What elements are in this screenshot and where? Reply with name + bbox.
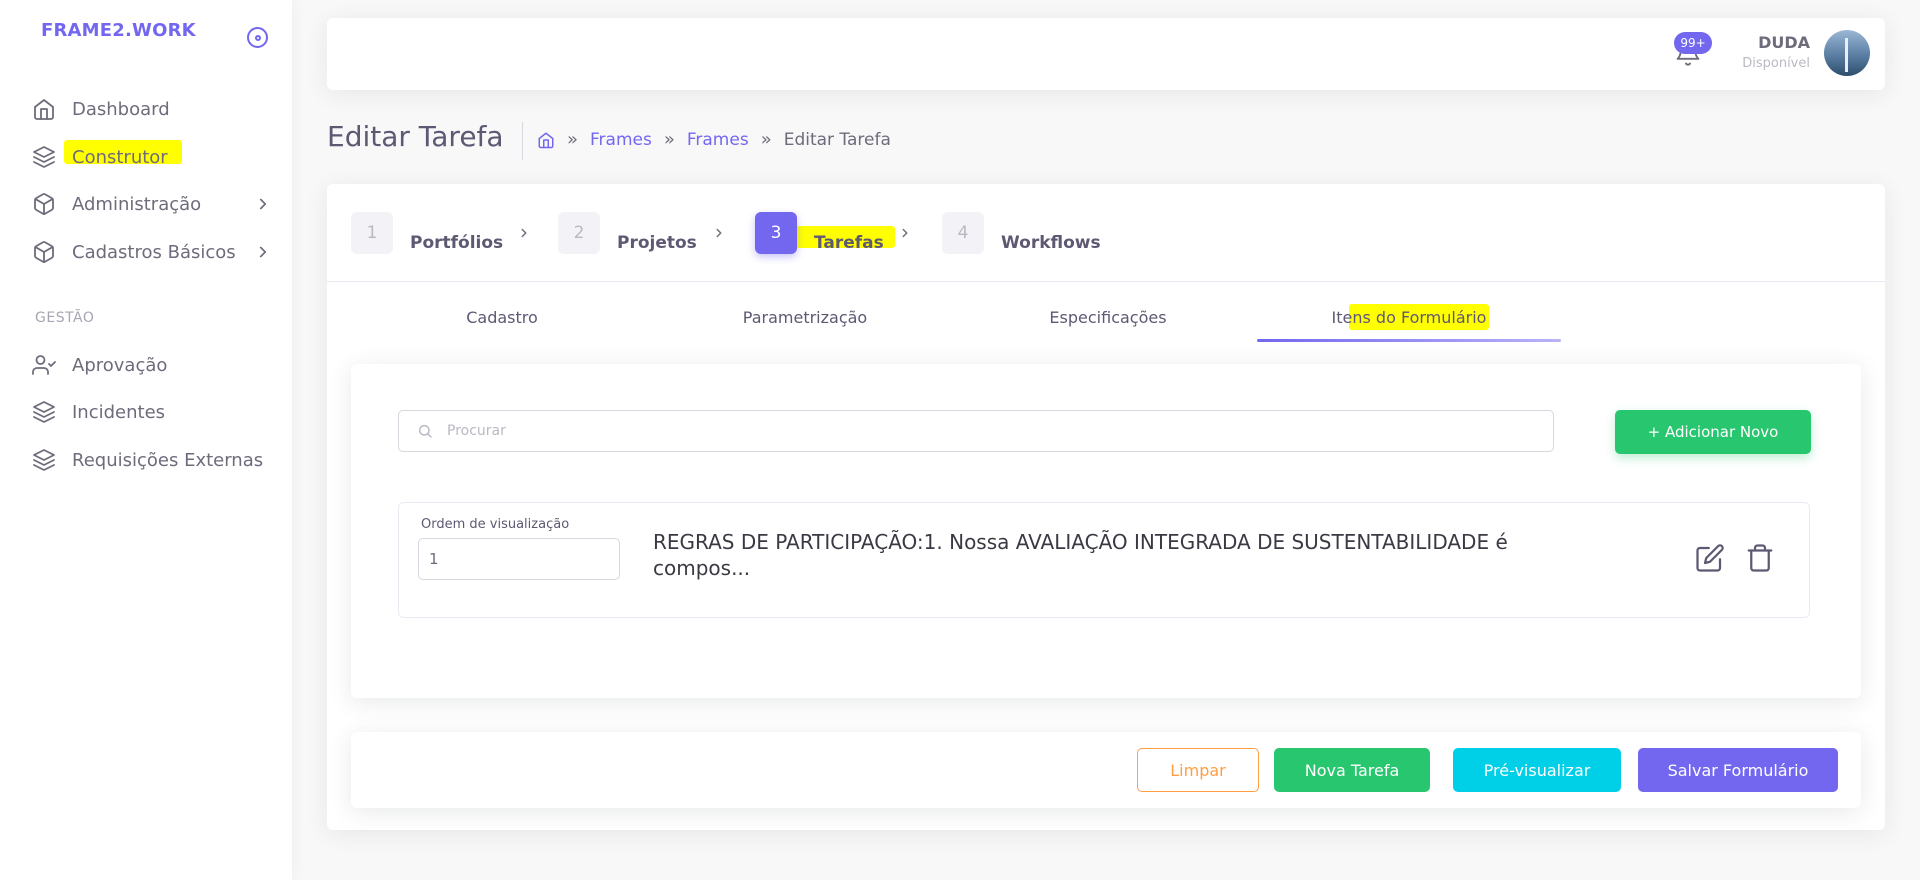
order-label: Ordem de visualização (421, 517, 570, 532)
form-actions: Limpar Nova Tarefa Pré-visualizar Salvar… (351, 732, 1861, 808)
order-input[interactable] (418, 538, 620, 580)
user-check-icon (32, 355, 56, 375)
page-title: Editar Tarefa (327, 120, 504, 153)
package-icon (34, 193, 54, 215)
chevron-right-icon (521, 228, 527, 238)
sidebar-item-aprovacao[interactable]: Aprovação (32, 347, 272, 383)
tab-parametrizacao[interactable]: Parametrização (653, 302, 957, 342)
sidebar-toggle-icon[interactable] (247, 27, 268, 48)
user-status: Disponível (1742, 56, 1810, 71)
section-label-gestao: GESTÃO (35, 310, 95, 326)
add-new-button[interactable]: + Adicionar Novo (1615, 410, 1811, 454)
breadcrumb-separator-icon: » (567, 129, 579, 150)
sidebar-item-label: Construtor (72, 146, 168, 168)
layers-icon (33, 146, 55, 168)
search-icon (418, 424, 432, 438)
sidebar-item-label: Aprovação (72, 354, 168, 376)
layers-icon (33, 401, 55, 423)
breadcrumb-item[interactable]: Frames (687, 130, 749, 150)
wizard-card: 1 Portfólios 2 Projetos 3 Tarefas 4 Work… (327, 184, 1885, 830)
step-number: 4 (942, 212, 984, 254)
list-item: Ordem de visualização REGRAS DE PARTICIP… (398, 502, 1810, 618)
brand-logo[interactable]: FRAME2.WORK (41, 20, 196, 41)
item-text: REGRAS DE PARTICIPAÇÃO:1. Nossa AVALIAÇÃ… (653, 530, 1508, 580)
top-navbar (327, 18, 1885, 90)
step-tarefas[interactable]: 3 Tarefas (755, 212, 884, 254)
breadcrumb: » Frames » Frames » Editar Tarefa (537, 129, 891, 150)
form-items-panel: + Adicionar Novo Ordem de visualização R… (351, 364, 1861, 698)
sidebar-item-incidentes[interactable]: Incidentes (32, 394, 272, 430)
tab-cadastro[interactable]: Cadastro (350, 302, 654, 342)
breadcrumb-item[interactable]: Frames (590, 130, 652, 150)
sidebar: FRAME2.WORK Dashboard Construtor Adminis… (0, 0, 292, 880)
save-form-button[interactable]: Salvar Formulário (1638, 748, 1838, 792)
step-workflows[interactable]: 4 Workflows (942, 212, 1101, 254)
package-icon (34, 241, 54, 263)
step-number: 1 (351, 212, 393, 254)
step-label: Tarefas (814, 233, 884, 253)
search-box (398, 410, 1554, 452)
sidebar-item-dashboard[interactable]: Dashboard (32, 91, 272, 127)
clear-button[interactable]: Limpar (1137, 748, 1259, 792)
edit-icon[interactable] (1695, 543, 1725, 573)
form-tabs: Cadastro Parametrização Especificações I… (327, 302, 1885, 342)
step-label: Projetos (617, 233, 697, 253)
step-projetos[interactable]: 2 Projetos (558, 212, 697, 254)
sidebar-item-label: Cadastros Básicos (72, 241, 236, 263)
sidebar-item-label: Dashboard (72, 98, 170, 120)
sidebar-item-label: Incidentes (72, 401, 166, 423)
trash-icon[interactable] (1745, 543, 1775, 573)
tab-especificacoes[interactable]: Especificações (956, 302, 1260, 342)
notification-badge[interactable]: 99+ (1674, 32, 1712, 54)
breadcrumb-home[interactable] (537, 131, 555, 149)
user-name[interactable]: DUDA (1758, 33, 1810, 52)
breadcrumb-separator-icon: » (760, 129, 772, 150)
step-number: 2 (558, 212, 600, 254)
new-task-button[interactable]: Nova Tarefa (1274, 748, 1430, 792)
sidebar-item-administracao[interactable]: Administração (32, 186, 272, 222)
home-icon (538, 132, 554, 148)
sidebar-item-label: Administração (72, 193, 202, 215)
step-number: 3 (755, 212, 797, 254)
tab-label: Itens do Formulário (1331, 308, 1487, 327)
chevron-right-icon (902, 228, 908, 238)
avatar[interactable] (1824, 30, 1870, 76)
search-input[interactable] (447, 423, 1547, 439)
chevron-right-icon (259, 246, 267, 258)
sidebar-item-label: Requisições Externas (72, 449, 264, 471)
step-portfolios[interactable]: 1 Portfólios (351, 212, 503, 254)
step-label: Workflows (1001, 233, 1101, 253)
home-icon (34, 99, 54, 120)
title-divider (522, 122, 523, 160)
sidebar-item-construtor[interactable]: Construtor (32, 139, 272, 175)
layers-icon (33, 449, 55, 471)
chevron-right-icon (716, 228, 722, 238)
preview-button[interactable]: Pré-visualizar (1453, 748, 1621, 792)
sidebar-item-requisicoes-externas[interactable]: Requisições Externas (32, 442, 272, 478)
step-label: Portfólios (410, 233, 504, 253)
breadcrumb-current: Editar Tarefa (783, 129, 891, 150)
chevron-right-icon (259, 198, 267, 210)
sidebar-item-cadastros-basicos[interactable]: Cadastros Básicos (32, 234, 272, 270)
breadcrumb-separator-icon: » (663, 129, 675, 150)
wizard-steps: 1 Portfólios 2 Projetos 3 Tarefas 4 Work… (327, 184, 1885, 282)
tab-itens-do-formulario[interactable]: Itens do Formulário (1257, 302, 1561, 342)
